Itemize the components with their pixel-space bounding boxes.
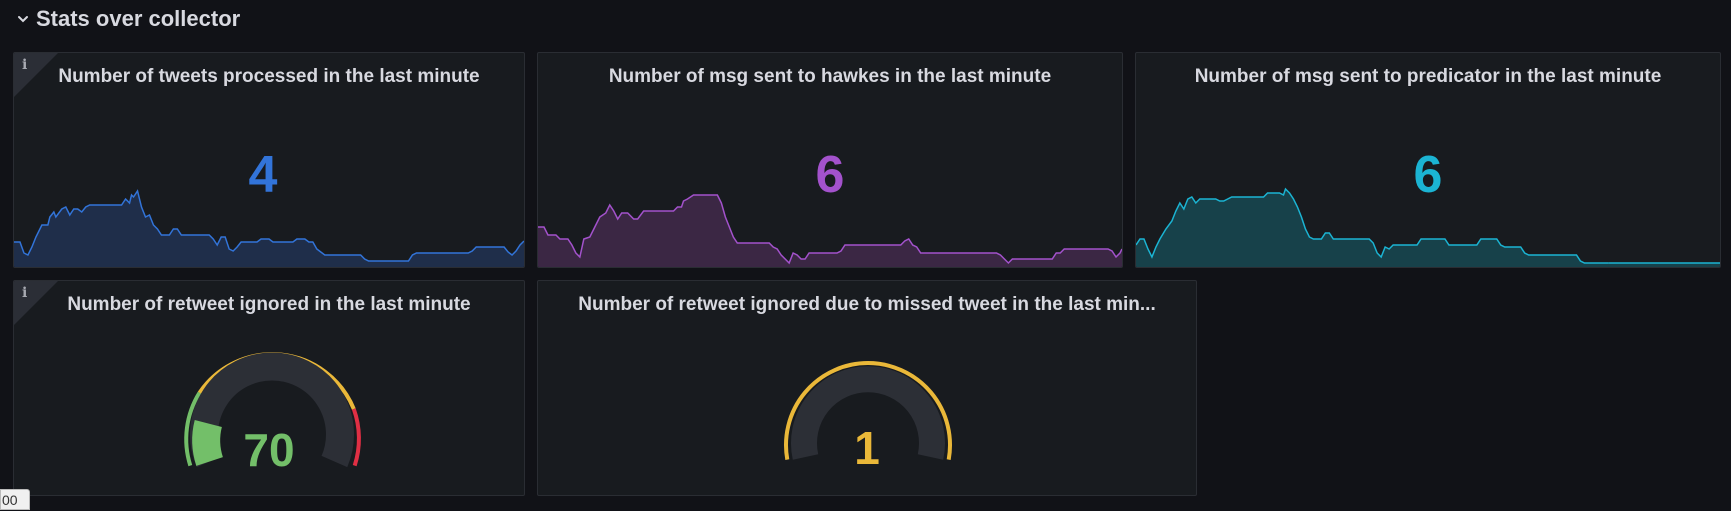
- panel-msg-sent-hawkes[interactable]: Number of msg sent to hawkes in the last…: [537, 52, 1123, 268]
- chevron-down-icon: [18, 16, 28, 23]
- panel-retweet-ignored-missed-tweet[interactable]: Number of retweet ignored due to missed …: [537, 280, 1197, 496]
- gauge-value: 70: [243, 424, 295, 476]
- panel-title[interactable]: Number of tweets processed in the last m…: [14, 66, 524, 88]
- stat-value: 6: [815, 146, 845, 204]
- panel-retweet-ignored[interactable]: i Number of retweet ignored in the last …: [13, 280, 525, 496]
- panel-title[interactable]: Number of msg sent to predicator in the …: [1136, 66, 1720, 88]
- panel-title[interactable]: Number of msg sent to hawkes in the last…: [538, 66, 1122, 88]
- panel-msg-sent-predicator[interactable]: Number of msg sent to predicator in the …: [1135, 52, 1721, 268]
- stat-value: 4: [248, 146, 278, 204]
- row-title: Stats over collector: [36, 6, 241, 31]
- panel-tweets-processed[interactable]: i Number of tweets processed in the last…: [13, 52, 525, 268]
- stat-value: 6: [1413, 146, 1443, 204]
- row-header-stats-over-collector[interactable]: Stats over collector: [16, 4, 240, 34]
- corner-tooltip-tag: 00: [0, 489, 30, 510]
- gauge-value: 1: [854, 422, 880, 474]
- sparkline-fill: [538, 195, 1122, 267]
